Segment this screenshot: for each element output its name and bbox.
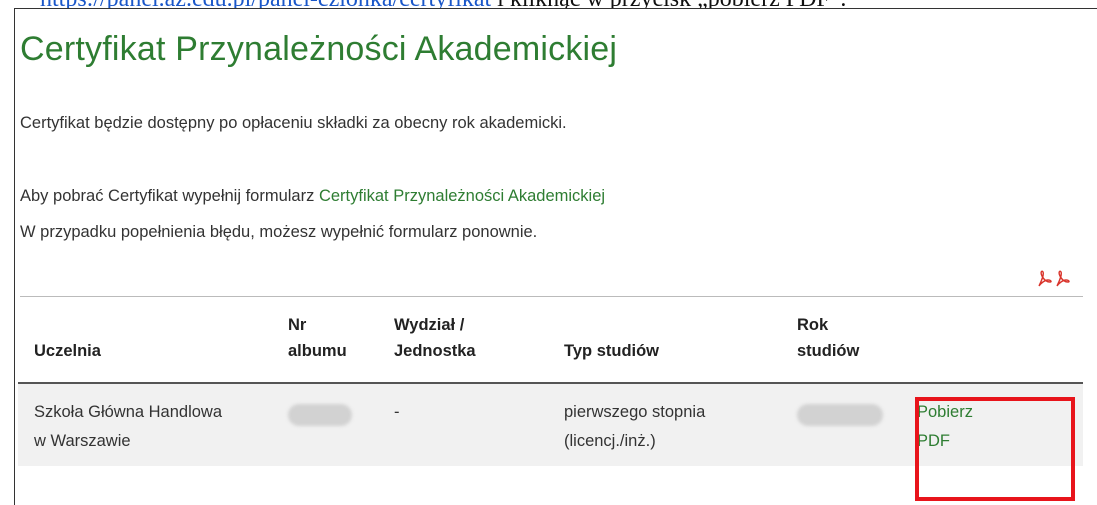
redacted-study-year [797, 403, 883, 426]
cell-nr-albumu [272, 383, 378, 466]
pdf-icon[interactable] [1054, 270, 1070, 288]
header-action [901, 312, 1083, 384]
form-instruction: Aby pobrać Certyfikat wypełnij formularz… [20, 187, 605, 206]
cell-rok-studiow [781, 383, 901, 466]
cell-typ-studiow: pierwszego stopnia (licencj./inż.) [548, 383, 781, 466]
retry-note: W przypadku popełnienia błędu, możesz wy… [20, 223, 538, 241]
header-nr-albumu: Nr albumu [272, 312, 378, 384]
header-wydzial: Wydział / Jednostka [378, 312, 548, 384]
redacted-album-number [288, 403, 352, 426]
highlight-box [915, 397, 1075, 501]
pdf-export-icons [1036, 270, 1070, 290]
header-typ-studiow: Typ studiów [548, 312, 781, 384]
header-uczelnia: Uczelnia [18, 312, 272, 384]
section-divider [20, 296, 1083, 297]
cell-uczelnia: Szkoła Główna Handlowa w Warszawie [18, 383, 272, 466]
table-header-row: Uczelnia Nr albumu Wydział / Jednostka Typ… [18, 312, 1083, 384]
certificate-form-link[interactable]: Certyfikat Przynależności Akademickiej [319, 187, 605, 205]
payment-note: Certyfikat będzie dostępny po opłaceniu … [20, 114, 567, 132]
page-title: Certyfikat Przynależności Akademickiej [20, 30, 618, 68]
pdf-icon[interactable] [1036, 270, 1052, 288]
header-rok-studiow: Rok studiów [781, 312, 901, 384]
cell-wydzial: - [378, 383, 548, 466]
form-instruction-text: Aby pobrać Certyfikat wypełnij formularz [20, 187, 319, 205]
